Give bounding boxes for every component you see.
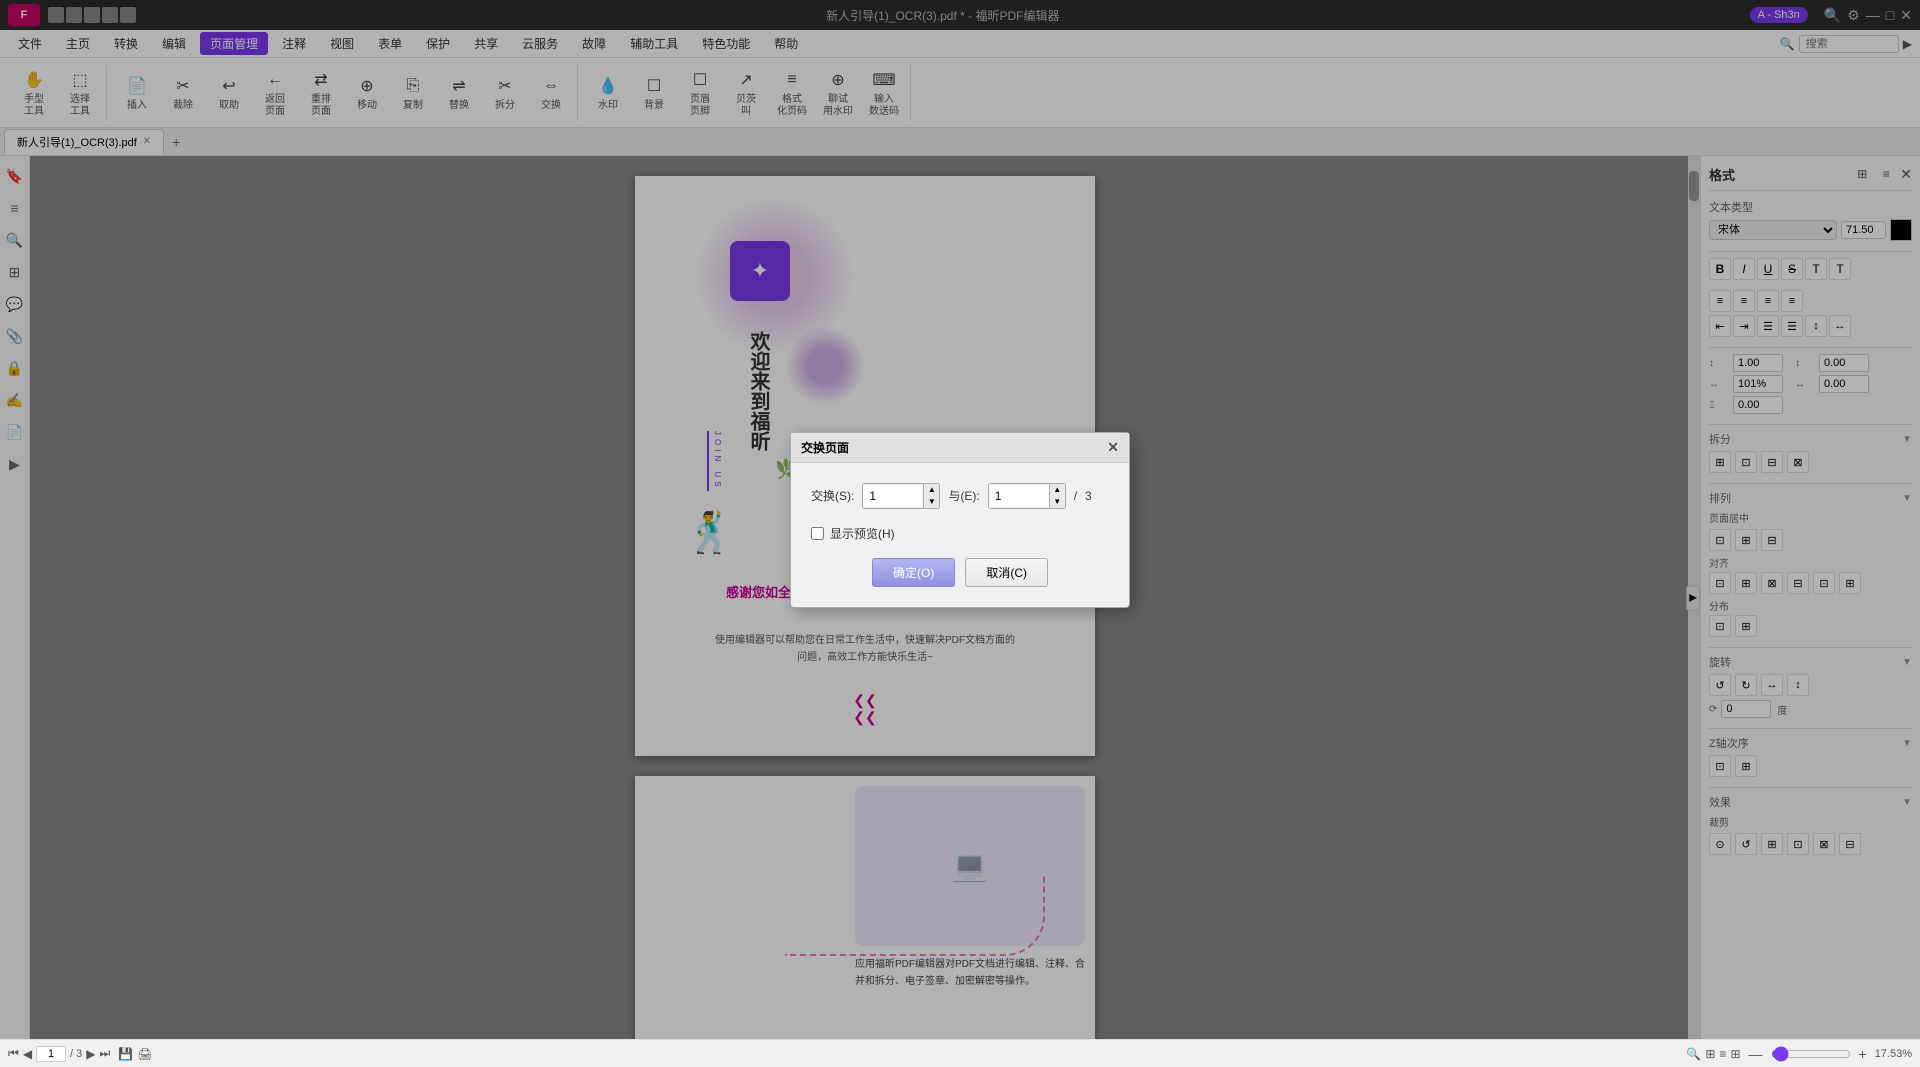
dialog-confirm-btn[interactable]: 确定(O) [872,558,955,587]
statusbar-right: 🔍 ⊞ ≡ ⊞ — + 17.53% [1686,1046,1912,1062]
slash-label: / [1074,489,1077,503]
dialog-body: 交换(S): ▲ ▼ 与(E): ▲ ▼ / 3 [791,463,1129,607]
next-page-btn[interactable]: ▶ [86,1047,95,1061]
with-value-input[interactable] [989,485,1049,507]
view-buttons: 🔍 ⊞ ≡ ⊞ [1686,1047,1740,1061]
zoom-plus-btn[interactable]: + [1859,1046,1867,1062]
with-spin-up[interactable]: ▲ [1049,484,1065,496]
exchange-input-group: ▲ ▼ [862,483,940,509]
with-input-group: ▲ ▼ [988,483,1066,509]
dialog-buttons: 确定(O) 取消(C) [811,558,1109,587]
statusbar: ⏮ ◀ / 3 ▶ ⏭ 💾 🖨 🔍 ⊞ ≡ ⊞ — + 17.53% [0,1039,1920,1067]
view-single-btn[interactable]: ⊞ [1705,1047,1715,1061]
preview-checkbox[interactable] [811,527,824,540]
exchange-dialog: 交换页面 ✕ 交换(S): ▲ ▼ 与(E): ▲ ▼ [790,432,1130,608]
dialog-title: 交换页面 [801,439,849,456]
statusbar-left: ⏮ ◀ / 3 ▶ ⏭ 💾 🖨 [8,1046,153,1062]
exchange-spin-down[interactable]: ▼ [923,496,939,508]
current-page-input[interactable] [36,1046,66,1062]
preview-check-label[interactable]: 显示预览(H) [830,525,895,542]
print-btn[interactable]: 🖨 [137,1047,152,1061]
zoom-slider[interactable] [1771,1046,1851,1062]
view-mode-btns: 💾 🖨 [118,1047,152,1061]
page-separator: / 3 [70,1048,82,1060]
zoom-level-display: 17.53% [1875,1048,1912,1060]
with-spinner: ▲ ▼ [1049,484,1065,508]
zoom-minus-btn[interactable]: — [1749,1046,1763,1062]
exchange-value-input[interactable] [863,485,923,507]
exchange-spin-up[interactable]: ▲ [923,484,939,496]
prev-page-btn[interactable]: ◀ [23,1047,32,1061]
page-navigation: ⏮ ◀ / 3 ▶ ⏭ [8,1046,110,1062]
dialog-close-btn[interactable]: ✕ [1107,439,1119,456]
dialog-titlebar: 交换页面 ✕ [791,433,1129,463]
view-list-btn[interactable]: ≡ [1719,1047,1726,1061]
last-page-btn[interactable]: ⏭ [100,1046,111,1061]
view-grid-btn[interactable]: ⊞ [1730,1047,1740,1061]
dialog-overlay[interactable]: 交换页面 ✕ 交换(S): ▲ ▼ 与(E): ▲ ▼ [0,0,1920,1039]
exchange-row: 交换(S): ▲ ▼ 与(E): ▲ ▼ / 3 [811,483,1109,509]
with-label: 与(E): [948,487,979,504]
dialog-cancel-btn[interactable]: 取消(C) [965,558,1048,587]
zoom-out-btn[interactable]: 🔍 [1686,1047,1701,1061]
exchange-label: 交换(S): [811,487,854,504]
exchange-spinner: ▲ ▼ [923,484,939,508]
first-page-btn[interactable]: ⏮ [8,1046,19,1061]
save-btn[interactable]: 💾 [118,1047,133,1061]
total-pages-label: 3 [1085,489,1092,503]
with-spin-down[interactable]: ▼ [1049,496,1065,508]
preview-check-row: 显示预览(H) [811,525,1109,542]
